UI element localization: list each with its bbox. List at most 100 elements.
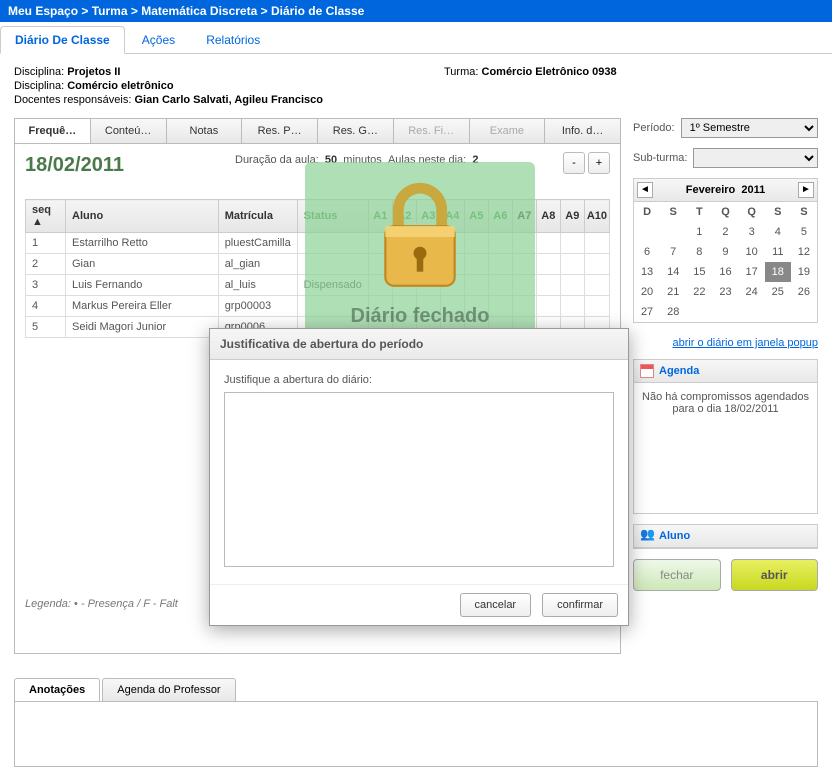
cal-day[interactable]: 21 xyxy=(660,282,686,302)
subtab-resfi: Res. Fi… xyxy=(394,118,470,144)
plus-button[interactable]: + xyxy=(588,152,610,174)
cal-day[interactable]: 23 xyxy=(712,282,738,302)
cal-day[interactable]: 26 xyxy=(791,282,817,302)
docentes: Docentes responsáveis: Gian Carlo Salvat… xyxy=(14,94,444,106)
subtab-info[interactable]: Info. d… xyxy=(545,118,621,144)
cal-day[interactable]: 28 xyxy=(660,302,686,322)
aluno-title: Aluno xyxy=(659,530,690,542)
cal-day[interactable]: 13 xyxy=(634,262,660,282)
cal-day xyxy=(739,302,765,322)
subtab-notas[interactable]: Notas xyxy=(167,118,243,144)
minus-button[interactable]: - xyxy=(563,152,585,174)
subtab-conteudo[interactable]: Conteú… xyxy=(91,118,167,144)
cal-day[interactable]: 24 xyxy=(739,282,765,302)
col-seq[interactable]: seq ▲ xyxy=(26,200,66,233)
subturma-label: Sub-turma: xyxy=(633,152,687,164)
popup-link[interactable]: abrir o diário em janela popup xyxy=(672,337,818,349)
bottom-tab-agenda-prof[interactable]: Agenda do Professor xyxy=(102,678,235,701)
fechar-button[interactable]: fechar xyxy=(633,559,721,591)
cal-day[interactable]: 20 xyxy=(634,282,660,302)
cal-day[interactable]: 8 xyxy=(686,242,712,262)
disciplina-2: Disciplina: Comércio eletrônico xyxy=(14,80,444,92)
agenda-text: Não há compromissos agendados para o dia… xyxy=(634,383,817,513)
cal-dow: T xyxy=(686,202,712,222)
col-a10[interactable]: A10 xyxy=(584,200,609,233)
cal-prev[interactable]: ◄ xyxy=(637,182,653,198)
cal-title: Fevereiro 2011 xyxy=(686,184,766,196)
subtab-resg[interactable]: Res. G… xyxy=(318,118,394,144)
agenda-title: Agenda xyxy=(659,365,699,377)
periodo-label: Período: xyxy=(633,122,675,134)
calendar: ◄ Fevereiro 2011 ► DSTQQSS 1234567891011… xyxy=(633,178,818,323)
cal-day[interactable]: 10 xyxy=(739,242,765,262)
tab-relatorios[interactable]: Relatórios xyxy=(192,27,274,53)
people-icon xyxy=(640,529,654,543)
cal-dow: S xyxy=(660,202,686,222)
cal-next[interactable]: ► xyxy=(798,182,814,198)
cal-dow: Q xyxy=(739,202,765,222)
breadcrumb: Meu Espaço > Turma > Matemática Discreta… xyxy=(0,0,832,22)
bottom-tab-anotacoes[interactable]: Anotações xyxy=(14,678,100,701)
cal-day[interactable]: 15 xyxy=(686,262,712,282)
col-a8[interactable]: A8 xyxy=(536,200,560,233)
justification-textarea[interactable] xyxy=(224,392,614,567)
cal-day xyxy=(660,222,686,242)
cal-day[interactable]: 7 xyxy=(660,242,686,262)
modal-title: Justificativa de abertura do período xyxy=(210,329,628,360)
cal-day[interactable]: 22 xyxy=(686,282,712,302)
cal-day[interactable]: 14 xyxy=(660,262,686,282)
tab-diario[interactable]: Diário De Classe xyxy=(0,26,125,54)
cal-day[interactable]: 27 xyxy=(634,302,660,322)
cal-day[interactable]: 1 xyxy=(686,222,712,242)
subturma-select[interactable] xyxy=(693,148,818,168)
cal-day[interactable]: 6 xyxy=(634,242,660,262)
sub-tabs: Frequê… Conteú… Notas Res. P… Res. G… Re… xyxy=(14,118,621,144)
cal-day xyxy=(765,302,791,322)
confirm-button[interactable]: confirmar xyxy=(542,593,618,617)
disciplina-1: Disciplina: Projetos II xyxy=(14,66,444,78)
lock-text: Diário fechado xyxy=(305,305,535,328)
cal-dow: D xyxy=(634,202,660,222)
cal-day[interactable]: 4 xyxy=(765,222,791,242)
cal-dow: S xyxy=(765,202,791,222)
cal-day[interactable]: 19 xyxy=(791,262,817,282)
cal-day xyxy=(712,302,738,322)
anotacoes-body[interactable] xyxy=(14,701,818,767)
col-a9[interactable]: A9 xyxy=(560,200,584,233)
cal-dow: S xyxy=(791,202,817,222)
tab-acoes[interactable]: Ações xyxy=(128,27,189,53)
cal-day[interactable]: 16 xyxy=(712,262,738,282)
calendar-icon xyxy=(640,364,654,378)
cal-dow: Q xyxy=(712,202,738,222)
periodo-row: Período: 1º Semestre xyxy=(633,118,818,138)
subturma-row: Sub-turma: xyxy=(633,148,818,168)
cal-day[interactable]: 11 xyxy=(765,242,791,262)
cal-day xyxy=(791,302,817,322)
col-matricula[interactable]: Matrícula xyxy=(218,200,297,233)
cancel-button[interactable]: cancelar xyxy=(460,593,532,617)
col-aluno[interactable]: Aluno xyxy=(66,200,219,233)
crumb[interactable]: Turma xyxy=(92,4,128,18)
aluno-panel: Aluno xyxy=(633,524,818,549)
agenda-panel: Agenda Não há compromissos agendados par… xyxy=(633,359,818,514)
cal-day[interactable]: 3 xyxy=(739,222,765,242)
cal-day[interactable]: 2 xyxy=(712,222,738,242)
subtab-frequencia[interactable]: Frequê… xyxy=(14,118,91,144)
abrir-button[interactable]: abrir xyxy=(731,559,819,591)
cal-day[interactable]: 12 xyxy=(791,242,817,262)
turma: Turma: Comércio Eletrônico 0938 xyxy=(444,66,617,106)
lock-icon xyxy=(305,172,535,305)
crumb[interactable]: Meu Espaço xyxy=(8,4,78,18)
periodo-select[interactable]: 1º Semestre xyxy=(681,118,818,138)
modal-prompt: Justifique a abertura do diário: xyxy=(224,374,372,386)
cal-day[interactable]: 9 xyxy=(712,242,738,262)
crumb: Diário de Classe xyxy=(271,4,364,18)
crumb[interactable]: Matemática Discreta xyxy=(141,4,257,18)
cal-day xyxy=(686,302,712,322)
cal-day[interactable]: 17 xyxy=(739,262,765,282)
subtab-resp[interactable]: Res. P… xyxy=(242,118,318,144)
cal-day[interactable]: 25 xyxy=(765,282,791,302)
cal-day[interactable]: 5 xyxy=(791,222,817,242)
cal-day[interactable]: 18 xyxy=(765,262,791,282)
cal-day xyxy=(634,222,660,242)
